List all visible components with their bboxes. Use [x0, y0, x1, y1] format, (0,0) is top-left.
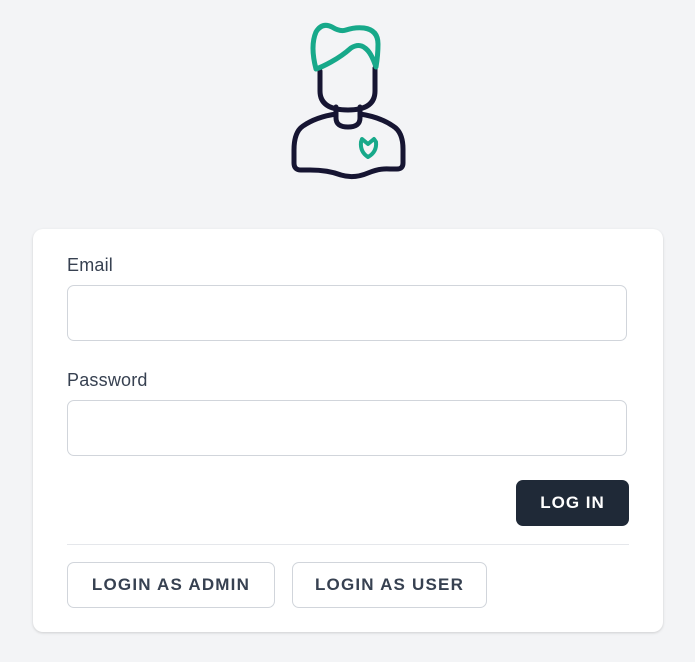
user-avatar-icon [291, 22, 406, 180]
email-label: Email [67, 255, 114, 275]
password-label: Password [67, 370, 148, 390]
divider [67, 544, 629, 545]
login-card: Email Password LOG IN LOGIN AS ADMIN LOG… [33, 229, 663, 632]
login-as-user-button[interactable]: LOGIN AS USER [292, 562, 487, 608]
email-field[interactable] [67, 285, 627, 341]
login-as-admin-button[interactable]: LOGIN AS ADMIN [67, 562, 275, 608]
log-in-button[interactable]: LOG IN [516, 480, 629, 526]
password-field[interactable] [67, 400, 627, 456]
